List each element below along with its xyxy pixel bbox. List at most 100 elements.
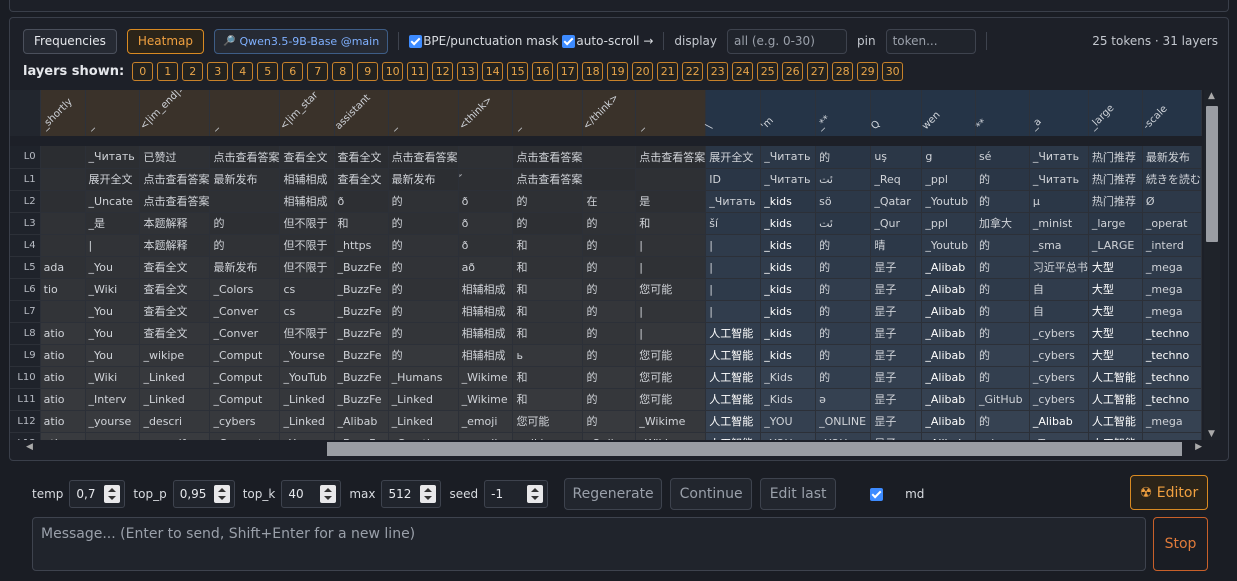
heatmap-cell[interactable]: 的 bbox=[512, 190, 584, 213]
heatmap-cell[interactable]: _mega bbox=[1142, 300, 1202, 323]
heatmap-cell[interactable]: 相辅相成 bbox=[279, 190, 335, 213]
heatmap-cell[interactable]: 大型 bbox=[1088, 278, 1143, 301]
heatmap-cell[interactable]: _sma bbox=[1029, 234, 1089, 257]
heatmap-cell[interactable]: _cybers bbox=[1029, 388, 1089, 411]
heatmap-cell[interactable]: 的 bbox=[582, 388, 637, 411]
heatmap-cell[interactable]: _You bbox=[85, 256, 141, 279]
heatmap-cell[interactable]: 的 bbox=[582, 234, 637, 257]
heatmap-cell[interactable]: 相辅相成 bbox=[279, 168, 335, 191]
layer-toggle-28[interactable]: 28 bbox=[832, 62, 854, 81]
heatmap-cell[interactable]: 昰子 bbox=[870, 344, 923, 367]
heatmap-cell[interactable]: 的 bbox=[209, 212, 281, 235]
layer-toggle-15[interactable]: 15 bbox=[507, 62, 529, 81]
frequencies-button[interactable]: Frequencies bbox=[23, 28, 117, 54]
heatmap-cell[interactable]: 相辅相成 bbox=[458, 278, 514, 301]
heatmap-cell[interactable]: 的 bbox=[582, 212, 637, 235]
heatmap-cell[interactable]: 查看全文 bbox=[279, 146, 335, 169]
heatmap-cell[interactable]: 的 bbox=[582, 322, 637, 345]
heatmap-cell[interactable]: 大型 bbox=[1088, 322, 1143, 345]
bpe-mask-checkbox[interactable]: BPE/punctuation mask bbox=[409, 34, 558, 48]
heatmap-cell[interactable]: _Alibab bbox=[921, 366, 976, 389]
layer-toggle-7[interactable]: 7 bbox=[307, 62, 329, 81]
heatmap-cell[interactable]: 自 bbox=[1029, 278, 1089, 301]
heatmap-cell[interactable]: 热门推荐 bbox=[1088, 190, 1143, 213]
heatmap-cell[interactable]: 大型 bbox=[1088, 300, 1143, 323]
heatmap-cell[interactable]: _Humans bbox=[388, 366, 459, 389]
layer-toggle-3[interactable]: 3 bbox=[207, 62, 229, 81]
heatmap-cell[interactable]: 的 bbox=[815, 146, 872, 169]
heatmap-cell[interactable]: _Youtub bbox=[921, 190, 976, 213]
heatmap-cell[interactable]: _descri bbox=[139, 410, 211, 433]
heatmap-cell[interactable]: 本题解释 bbox=[139, 234, 211, 257]
layer-toggle-17[interactable]: 17 bbox=[557, 62, 579, 81]
heatmap-cell[interactable]: 晴 bbox=[870, 234, 923, 257]
layer-toggle-10[interactable]: 10 bbox=[382, 62, 404, 81]
heatmap-cell[interactable] bbox=[582, 168, 637, 191]
edit-last-button[interactable]: Edit last bbox=[760, 478, 837, 510]
heatmap-cell[interactable]: 昰子 bbox=[870, 432, 923, 440]
heatmap-cell[interactable]: _Alibab bbox=[921, 322, 976, 345]
heatmap-cell[interactable]: _mega bbox=[1142, 432, 1202, 440]
heatmap-cell[interactable]: _Comput bbox=[209, 388, 281, 411]
heatmap-cell[interactable]: _Linked bbox=[279, 410, 335, 433]
vertical-scroll-thumb[interactable] bbox=[1206, 106, 1218, 242]
heatmap-cell[interactable]: _BuzzFe bbox=[334, 388, 389, 411]
heatmap-cell[interactable]: 自 bbox=[1029, 300, 1089, 323]
heatmap-cell[interactable]: ئت bbox=[815, 168, 872, 191]
heatmap-cell[interactable]: 点击查看答案 bbox=[139, 190, 211, 213]
layer-toggle-20[interactable]: 20 bbox=[632, 62, 654, 81]
token-column-header[interactable]: _large bbox=[1087, 90, 1143, 136]
heatmap-cell[interactable]: | bbox=[635, 234, 707, 257]
heatmap-cell[interactable]: _interd bbox=[1142, 234, 1202, 257]
heatmap-cell[interactable]: 点击查看答案 bbox=[512, 168, 584, 191]
heatmap-cell[interactable]: 点击查看答案 bbox=[635, 146, 707, 169]
heatmap-cell[interactable]: _ppl bbox=[921, 168, 976, 191]
continue-button[interactable]: Continue bbox=[670, 478, 753, 510]
heatmap-cell[interactable]: _mega bbox=[1142, 278, 1202, 301]
heatmap-cell[interactable]: _https bbox=[334, 234, 389, 257]
heatmap-cell[interactable]: 在 bbox=[582, 190, 637, 213]
heatmap-cell[interactable]: _cybers bbox=[1029, 322, 1089, 345]
token-column-header[interactable]: ** bbox=[974, 90, 1030, 136]
heatmap-cell[interactable]: _Alibab bbox=[921, 410, 976, 433]
token-column-header[interactable]: wen bbox=[921, 90, 976, 136]
stop-button[interactable]: Stop bbox=[1153, 517, 1208, 571]
heatmap-cell[interactable]: _Wikime bbox=[458, 366, 514, 389]
heatmap-cell[interactable]: 的 bbox=[815, 234, 872, 257]
heatmap-cell[interactable]: _Читать bbox=[1029, 168, 1089, 191]
heatmap-cell[interactable]: ә bbox=[815, 388, 872, 411]
heatmap-cell[interactable]: ð bbox=[458, 190, 514, 213]
heatmap-cell[interactable]: 的 bbox=[582, 410, 637, 433]
regenerate-button[interactable]: Regenerate bbox=[564, 478, 663, 510]
heatmap-cell[interactable]: ada bbox=[40, 256, 86, 279]
layer-toggle-25[interactable]: 25 bbox=[757, 62, 779, 81]
heatmap-cell[interactable]: _Kids bbox=[760, 366, 817, 389]
heatmap-cell[interactable]: _Alibab bbox=[921, 300, 976, 323]
heatmap-cell[interactable]: | bbox=[85, 234, 141, 257]
heatmap-cell[interactable]: 查看全文 bbox=[334, 168, 389, 191]
heatmap-cell[interactable]: _Conver bbox=[209, 300, 281, 323]
layer-toggle-5[interactable]: 5 bbox=[257, 62, 279, 81]
heatmap-cell[interactable]: _techno bbox=[1142, 366, 1202, 389]
heatmap-cell[interactable]: Ø bbox=[1142, 190, 1202, 213]
token-column-header[interactable]: _a bbox=[1028, 90, 1089, 136]
scroll-down-icon[interactable]: ▼ bbox=[1208, 429, 1215, 439]
heatmap-cell[interactable]: 点击查看答案 bbox=[388, 146, 459, 169]
token-column-header[interactable]: 'm bbox=[759, 90, 817, 136]
heatmap-cell[interactable]: | bbox=[705, 300, 762, 323]
heatmap-cell[interactable]: 大型 bbox=[1088, 344, 1143, 367]
heatmap-cell[interactable]: 最新发布 bbox=[388, 168, 459, 191]
stepper-arrows-icon[interactable] bbox=[213, 485, 230, 503]
token-column-header[interactable]: _** bbox=[814, 90, 872, 136]
vertical-scrollbar[interactable]: ▲ ▼ bbox=[1204, 90, 1220, 440]
heatmap-cell[interactable]: _Wikime bbox=[635, 432, 707, 440]
token-column-header[interactable]: assistant bbox=[333, 90, 389, 136]
heatmap-cell[interactable]: 和 bbox=[512, 300, 584, 323]
heatmap-cell[interactable]: _GitHub bbox=[975, 388, 1030, 411]
heatmap-cell[interactable]: atio bbox=[40, 344, 86, 367]
heatmap-cell[interactable]: _kids bbox=[760, 344, 817, 367]
message-input[interactable]: Message... (Enter to send, Shift+Enter f… bbox=[32, 517, 1146, 571]
heatmap-cell[interactable]: _BuzzFe bbox=[334, 432, 389, 440]
heatmap-cell[interactable]: 点击查看答案 bbox=[209, 146, 281, 169]
heatmap-cell[interactable]: 的 bbox=[582, 366, 637, 389]
